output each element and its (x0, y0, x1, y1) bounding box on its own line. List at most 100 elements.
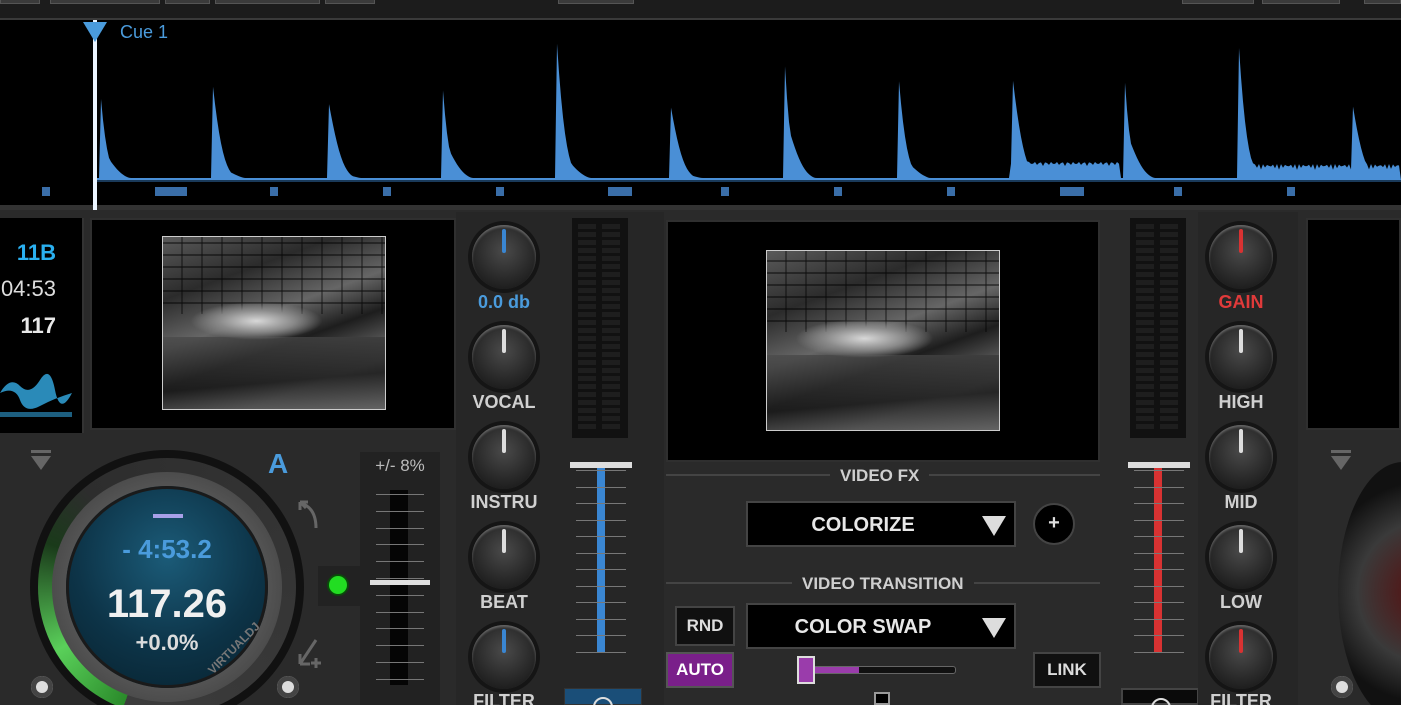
high-knob[interactable] (1209, 325, 1273, 389)
volume-fader-right-handle[interactable] (1128, 462, 1190, 468)
fader-tick (1134, 618, 1184, 620)
toolbar-button[interactable] (165, 0, 210, 4)
auto-transition-button[interactable]: AUTO (666, 652, 734, 688)
pitch-slider-handle[interactable] (370, 580, 430, 585)
sync-indicator[interactable] (318, 566, 360, 606)
pitch-bend-down-icon[interactable] (296, 632, 328, 668)
low-knob[interactable] (1209, 525, 1273, 589)
crossfader-handle[interactable] (874, 692, 890, 705)
filter-knob-left[interactable] (472, 625, 536, 689)
pitch-slider-panel: +/- 8% (360, 452, 440, 705)
vu-segment (578, 264, 620, 269)
beat-marker (155, 187, 187, 196)
playhead (93, 20, 97, 210)
add-fx-button[interactable]: + (1033, 503, 1075, 545)
beat-marker (721, 187, 729, 196)
gain-knob-right[interactable] (1209, 225, 1273, 289)
vu-segment (578, 344, 620, 349)
pitch-tick (376, 578, 424, 579)
toolbar-button[interactable] (1182, 0, 1254, 4)
filter-knob-right[interactable] (1209, 625, 1273, 689)
toolbar-button[interactable] (215, 0, 320, 4)
fader-tick (1134, 470, 1184, 471)
waveform-display[interactable]: Cue 1 (0, 20, 1401, 210)
link-button[interactable]: LINK (1033, 652, 1101, 688)
vu-segment (1136, 240, 1178, 245)
gain-knob[interactable] (472, 225, 536, 289)
mid-knob[interactable] (1209, 425, 1273, 489)
toolbar-button[interactable] (0, 0, 40, 4)
cue-headphone-button-right[interactable] (1121, 688, 1199, 705)
toolbar-button[interactable] (1364, 0, 1401, 4)
knob-label-beat: BEAT (480, 592, 528, 612)
vu-segment (578, 296, 620, 301)
vu-segment (578, 280, 620, 285)
cue-marker-icon[interactable] (83, 22, 107, 42)
cue-headphone-button-left[interactable] (564, 688, 642, 705)
toolbar-button[interactable] (1262, 0, 1340, 4)
vocal-knob[interactable] (472, 325, 536, 389)
bpm-value: 117 (20, 313, 57, 338)
toolbar-button[interactable] (325, 0, 375, 4)
vu-segment (578, 288, 620, 293)
triangle-down-icon[interactable] (30, 450, 52, 472)
fader-tick (1134, 503, 1184, 504)
fader-tick (576, 536, 626, 537)
video-transition-dropdown[interactable]: COLOR SWAP (746, 603, 1016, 649)
vu-segment (1136, 312, 1178, 317)
jog-screw-icon (1331, 676, 1353, 698)
pitch-tick (376, 678, 424, 680)
cue-label[interactable]: Cue 1 (120, 22, 168, 43)
vu-segment (1136, 352, 1178, 357)
fader-tick (1134, 519, 1184, 521)
instru-knob[interactable] (472, 425, 536, 489)
video-frame (162, 236, 386, 410)
position-marker (153, 514, 183, 518)
waveform-peaks (95, 43, 1401, 180)
jog-wheel-b[interactable] (1338, 462, 1401, 705)
jog-screw-icon (277, 676, 299, 698)
vu-segment (578, 248, 620, 253)
knob-label-filter-left: FILTER (473, 691, 535, 705)
video-transition-title: VIDEO TRANSITION (792, 574, 974, 594)
pitch-tick (376, 628, 424, 630)
vu-segment (578, 392, 620, 397)
volume-fader-left-handle[interactable] (570, 462, 632, 468)
deck-info-panel: 11B 04:53 117 (0, 218, 84, 433)
beat-marker (42, 187, 50, 196)
vu-segment (578, 408, 620, 413)
toolbar-button[interactable] (50, 0, 160, 4)
triangle-down-icon[interactable] (1330, 450, 1352, 472)
vu-segment (1136, 344, 1178, 349)
fader-tick (1134, 585, 1184, 587)
fader-tick (1134, 536, 1184, 537)
vu-meter-left (572, 218, 628, 438)
fader-tick (576, 651, 626, 653)
vu-segment (1136, 232, 1178, 237)
vu-segment (1136, 320, 1178, 325)
video-fx-dropdown[interactable]: COLORIZE (746, 501, 1016, 547)
pitch-tick (376, 494, 424, 495)
vu-segment (1136, 360, 1178, 365)
fader-tick (576, 618, 626, 620)
vu-segment (1136, 296, 1178, 301)
video-fx-selected: COLORIZE (811, 514, 915, 536)
random-transition-button[interactable]: RND (675, 606, 735, 646)
vu-segment (1136, 224, 1178, 229)
vu-segment (1136, 272, 1178, 277)
pitch-slider-track[interactable] (390, 490, 408, 685)
pitch-bend-up-icon[interactable] (296, 498, 326, 534)
vu-segment (578, 360, 620, 365)
fader-tick (1134, 635, 1184, 636)
beat-knob[interactable] (472, 525, 536, 589)
pitch-tick (376, 662, 424, 663)
video-crossfader-handle[interactable] (797, 656, 815, 684)
beat-marker (1060, 187, 1084, 196)
vu-segment (1136, 416, 1178, 421)
fader-tick (576, 602, 626, 603)
toolbar-button[interactable] (558, 0, 634, 4)
beat-marker (270, 187, 278, 196)
vu-segment (1136, 400, 1178, 405)
video-crossfader-track[interactable] (806, 666, 956, 674)
fader-tick (1134, 569, 1184, 570)
